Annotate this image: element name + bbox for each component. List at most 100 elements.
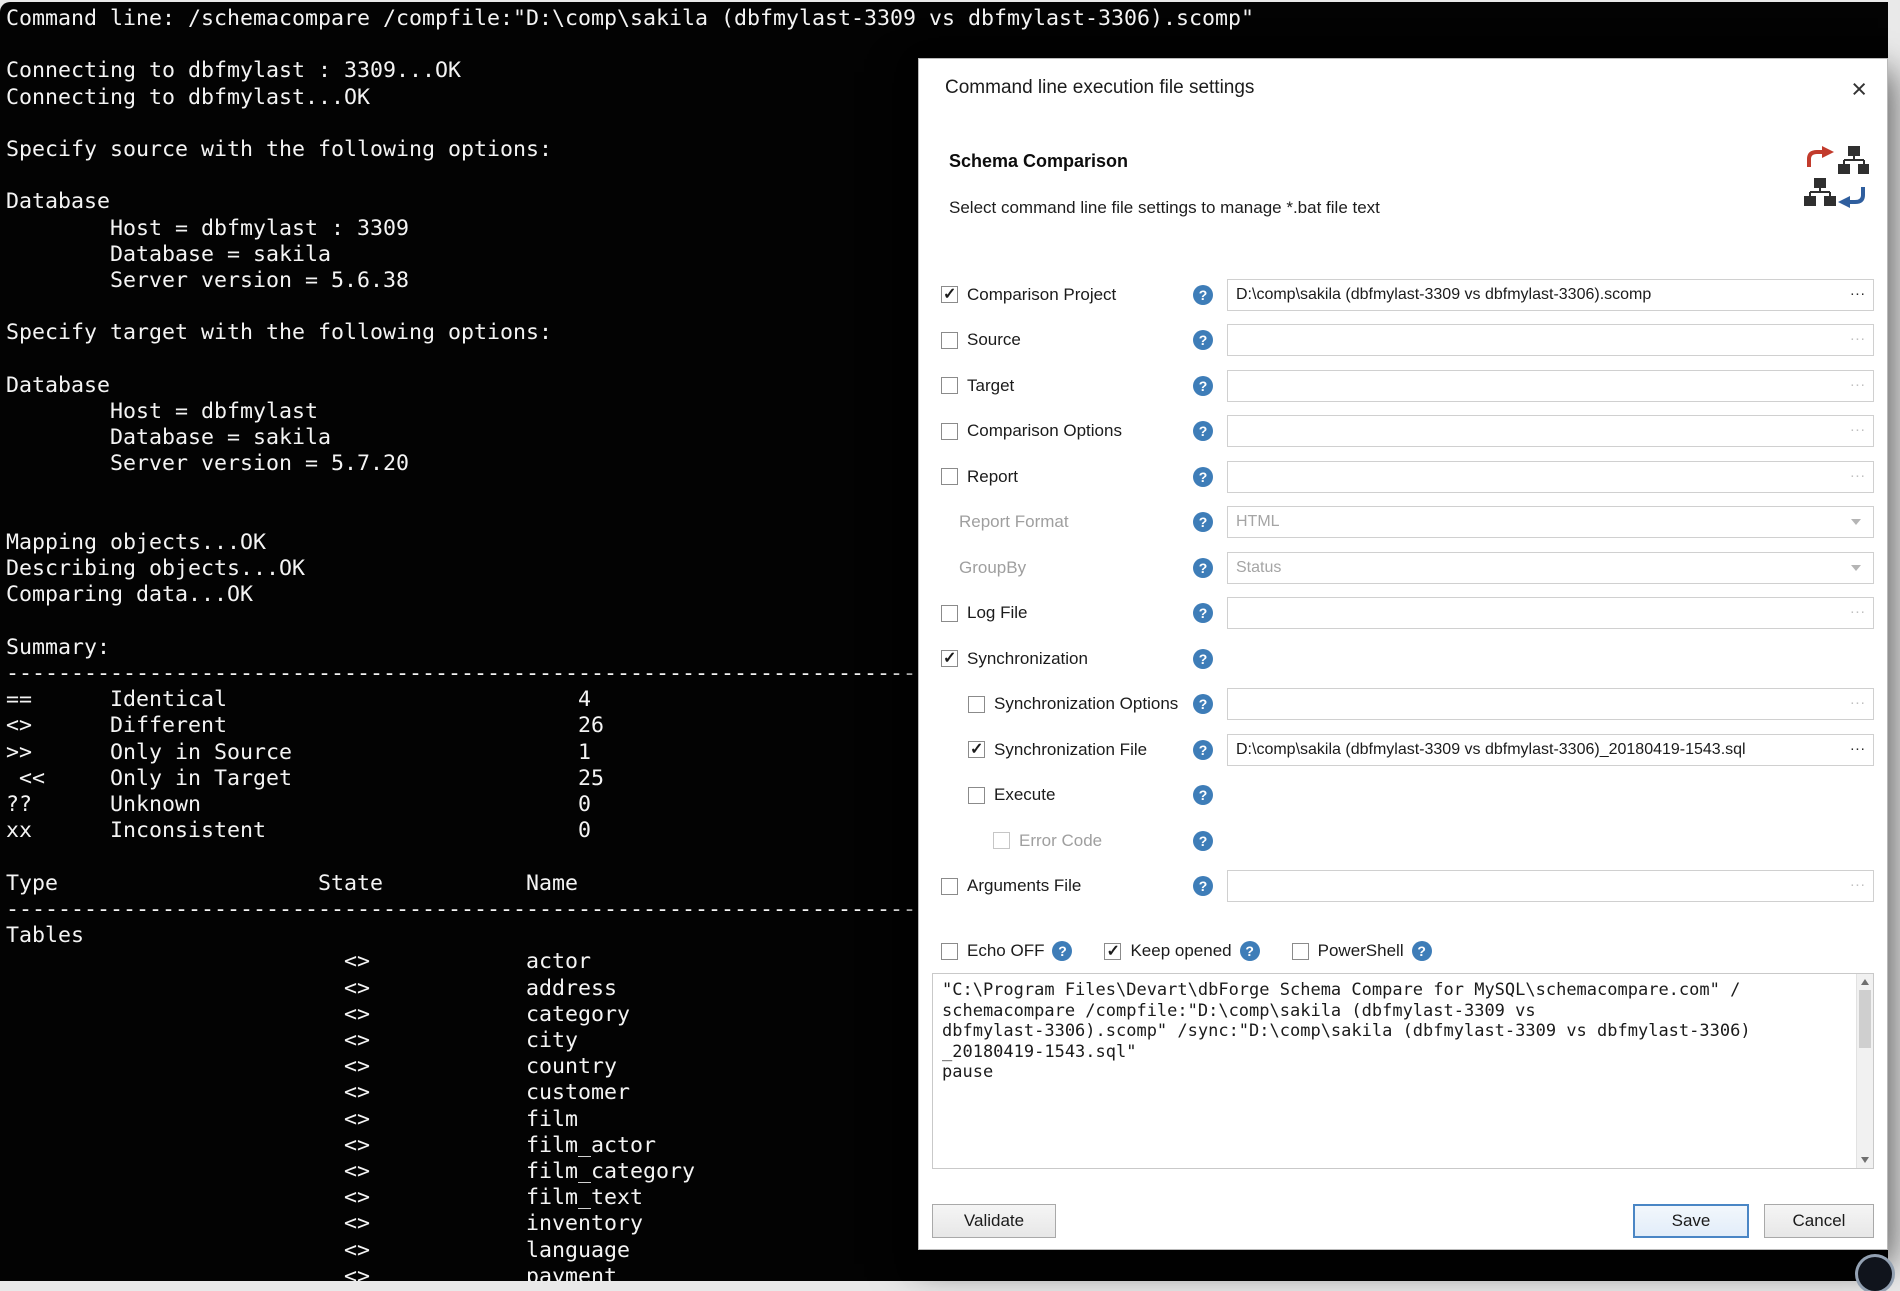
command-line-settings-dialog: Command line execution file settings × S…	[918, 58, 1888, 1250]
help-icon[interactable]: ?	[1193, 558, 1213, 578]
synchronization-file-checkbox[interactable]	[968, 741, 985, 758]
execute-label: Execute	[994, 785, 1055, 805]
row-log-file: Log File ? ...	[941, 591, 1874, 637]
page-title: Schema Comparison	[949, 151, 1861, 172]
source-checkbox[interactable]	[941, 332, 958, 349]
chevron-down-icon	[1851, 519, 1861, 525]
help-icon[interactable]: ?	[1193, 649, 1213, 669]
comparison-project-label: Comparison Project	[967, 285, 1116, 305]
synchronization-label: Synchronization	[967, 649, 1088, 669]
keep-opened-checkbox[interactable]	[1104, 943, 1121, 960]
echo-off-option: Echo OFF ?	[941, 941, 1072, 961]
log-file-input[interactable]: ...	[1227, 597, 1874, 629]
report-format-label: Report Format	[959, 512, 1069, 532]
arguments-file-checkbox[interactable]	[941, 878, 958, 895]
browse-button[interactable]: ...	[1843, 735, 1873, 757]
target-checkbox[interactable]	[941, 377, 958, 394]
browse-button[interactable]: ...	[1843, 280, 1873, 302]
validate-button[interactable]: Validate	[932, 1204, 1056, 1238]
help-icon[interactable]: ?	[1193, 785, 1213, 805]
browse-button[interactable]: ...	[1843, 462, 1873, 484]
powershell-option: PowerShell ?	[1292, 941, 1432, 961]
browse-button[interactable]: ...	[1843, 325, 1873, 347]
log-file-checkbox[interactable]	[941, 605, 958, 622]
row-synchronization-file: Synchronization File ? D:\comp\sakila (d…	[941, 727, 1874, 773]
keep-opened-option: Keep opened ?	[1104, 941, 1259, 961]
powershell-checkbox[interactable]	[1292, 943, 1309, 960]
comparison-project-input[interactable]: D:\comp\sakila (dbfmylast-3309 vs dbfmyl…	[1227, 279, 1874, 311]
close-icon[interactable]: ×	[1847, 77, 1871, 101]
help-icon[interactable]: ?	[1193, 512, 1213, 532]
error-code-checkbox[interactable]	[993, 832, 1010, 849]
synchronization-options-checkbox[interactable]	[968, 696, 985, 713]
help-icon[interactable]: ?	[1240, 941, 1260, 961]
synchronization-options-input[interactable]: ...	[1227, 688, 1874, 720]
log-file-label: Log File	[967, 603, 1027, 623]
row-synchronization-options: Synchronization Options ? ...	[941, 682, 1874, 728]
help-icon[interactable]: ?	[1412, 941, 1432, 961]
source-input[interactable]: ...	[1227, 324, 1874, 356]
chevron-down-icon	[1851, 565, 1861, 571]
row-error-code: Error Code ?	[941, 818, 1874, 864]
help-icon[interactable]: ?	[1193, 831, 1213, 851]
dialog-subtitle: Select command line file settings to man…	[949, 198, 1861, 218]
comparison-options-input[interactable]: ...	[1227, 415, 1874, 447]
browse-button[interactable]: ...	[1843, 871, 1873, 893]
row-target: Target ? ...	[941, 363, 1874, 409]
browse-button[interactable]: ...	[1843, 371, 1873, 393]
groupby-select[interactable]: Status	[1227, 552, 1874, 584]
scroll-up-icon[interactable]	[1861, 979, 1869, 985]
dialog-title: Command line execution file settings	[945, 77, 1254, 99]
synchronization-file-input[interactable]: D:\comp\sakila (dbfmylast-3309 vs dbfmyl…	[1227, 734, 1874, 766]
report-label: Report	[967, 467, 1018, 487]
help-icon[interactable]: ?	[1193, 876, 1213, 896]
groupby-value: Status	[1236, 559, 1851, 577]
bat-script-editor[interactable]: "C:\Program Files\Devart\dbForge Schema …	[932, 973, 1874, 1169]
row-report-format: Report Format ? HTML	[941, 500, 1874, 546]
synchronization-checkbox[interactable]	[941, 650, 958, 667]
save-button[interactable]: Save	[1633, 1204, 1749, 1238]
scroll-down-icon[interactable]	[1861, 1157, 1869, 1163]
error-code-label: Error Code	[1019, 831, 1102, 851]
comparison-options-checkbox[interactable]	[941, 423, 958, 440]
script-scrollbar[interactable]	[1856, 974, 1873, 1168]
arguments-file-label: Arguments File	[967, 876, 1081, 896]
comparison-project-checkbox[interactable]	[941, 286, 958, 303]
browse-button[interactable]: ...	[1843, 689, 1873, 711]
comparison-options-label: Comparison Options	[967, 421, 1122, 441]
synchronization-file-value: D:\comp\sakila (dbfmylast-3309 vs dbfmyl…	[1236, 741, 1843, 759]
report-format-select[interactable]: HTML	[1227, 506, 1874, 538]
cursor-artifact	[1858, 1257, 1892, 1291]
help-icon[interactable]: ?	[1193, 603, 1213, 623]
help-icon[interactable]: ?	[1193, 467, 1213, 487]
help-icon[interactable]: ?	[1193, 740, 1213, 760]
target-input[interactable]: ...	[1227, 370, 1874, 402]
help-icon[interactable]: ?	[1193, 330, 1213, 350]
report-checkbox[interactable]	[941, 468, 958, 485]
dialog-header: Schema Comparison Select command line fi…	[919, 101, 1887, 218]
help-icon[interactable]: ?	[1193, 694, 1213, 714]
keep-opened-label: Keep opened	[1130, 941, 1231, 961]
scroll-thumb[interactable]	[1859, 990, 1871, 1048]
echo-off-checkbox[interactable]	[941, 943, 958, 960]
row-groupby: GroupBy ? Status	[941, 545, 1874, 591]
comparison-project-value: D:\comp\sakila (dbfmylast-3309 vs dbfmyl…	[1236, 286, 1843, 304]
row-report: Report ? ...	[941, 454, 1874, 500]
report-input[interactable]: ...	[1227, 461, 1874, 493]
powershell-label: PowerShell	[1318, 941, 1404, 961]
row-synchronization: Synchronization ?	[941, 636, 1874, 682]
echo-off-label: Echo OFF	[967, 941, 1044, 961]
help-icon[interactable]: ?	[1193, 285, 1213, 305]
help-icon[interactable]: ?	[1052, 941, 1072, 961]
arguments-file-input[interactable]: ...	[1227, 870, 1874, 902]
browse-button[interactable]: ...	[1843, 598, 1873, 620]
source-label: Source	[967, 330, 1021, 350]
cancel-button[interactable]: Cancel	[1764, 1204, 1874, 1238]
execute-checkbox[interactable]	[968, 787, 985, 804]
browse-button[interactable]: ...	[1843, 416, 1873, 438]
help-icon[interactable]: ?	[1193, 376, 1213, 396]
help-icon[interactable]: ?	[1193, 421, 1213, 441]
row-comparison-project: Comparison Project ? D:\comp\sakila (dbf…	[941, 272, 1874, 318]
dialog-titlebar: Command line execution file settings ×	[919, 59, 1887, 101]
dialog-buttons: Validate Save Cancel	[919, 1169, 1887, 1238]
